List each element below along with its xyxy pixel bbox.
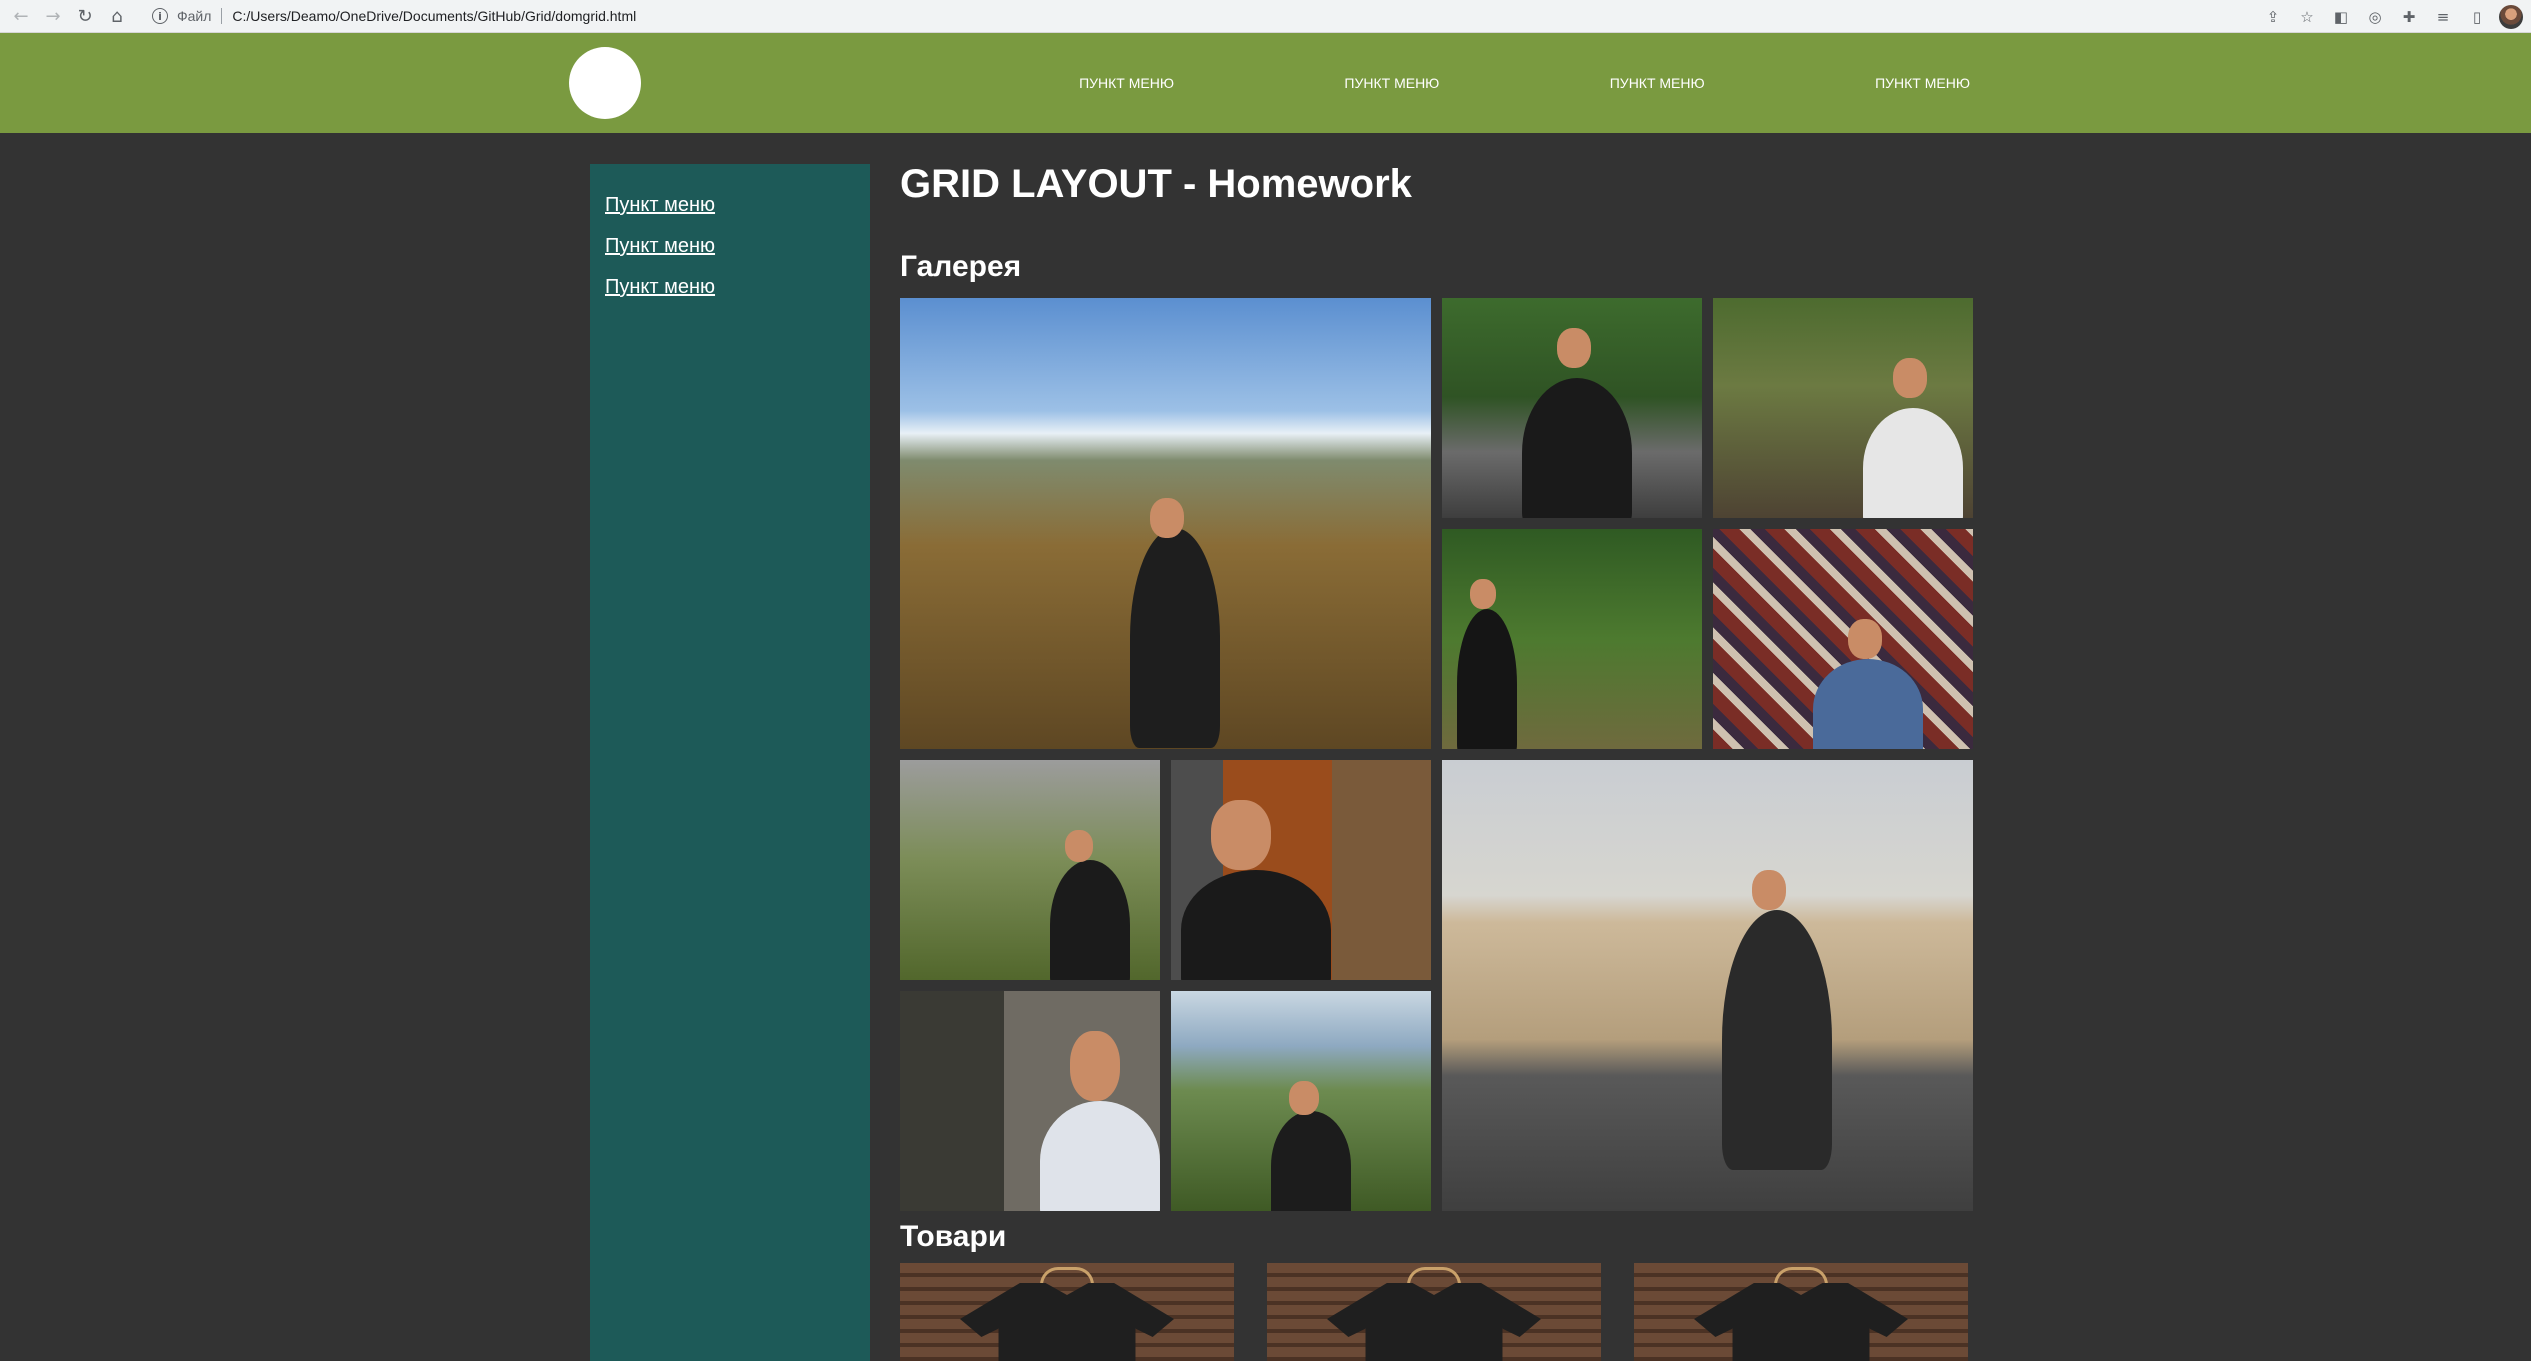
browser-toolbar: ← → ↻ ⌂ i Файл C:/Users/Deamo/OneDrive/D…: [0, 0, 2531, 33]
gallery-photo-bike-on-tree[interactable]: [1442, 529, 1702, 749]
goods-item-tshirt-2[interactable]: [1267, 1263, 1601, 1361]
goods-heading: Товари: [900, 1220, 1007, 1253]
tshirt-image: [960, 1283, 1174, 1361]
sidebar: Пункт меню Пункт меню Пункт меню: [590, 164, 870, 1361]
address-divider: [221, 8, 223, 24]
profile-avatar[interactable]: [2499, 4, 2523, 29]
site-header: ПУНКТ МЕНЮ ПУНКТ МЕНЮ ПУНКТ МЕНЮ ПУНКТ М…: [0, 33, 2531, 133]
address-bar[interactable]: i Файл C:/Users/Deamo/OneDrive/Documents…: [152, 0, 636, 33]
share-icon[interactable]: ⇪: [2261, 5, 2285, 29]
info-icon[interactable]: i: [152, 8, 168, 24]
logo-circle[interactable]: [569, 47, 641, 119]
home-icon[interactable]: ⌂: [102, 1, 132, 31]
tshirt-image: [1327, 1283, 1541, 1361]
reload-icon[interactable]: ↻: [70, 1, 100, 31]
forward-arrow-icon[interactable]: →: [38, 1, 68, 31]
sidebar-item-1[interactable]: Пункт меню: [605, 194, 870, 217]
goods-item-tshirt-1[interactable]: [900, 1263, 1234, 1361]
bookmark-star-icon[interactable]: ☆: [2295, 5, 2319, 29]
gallery-photo-ridge-selfie[interactable]: [1171, 991, 1431, 1211]
main-content: GRID LAYOUT - Homework Галерея Товари: [900, 162, 1973, 1361]
sidebar-item-3[interactable]: Пункт меню: [605, 276, 870, 299]
top-nav: ПУНКТ МЕНЮ ПУНКТ МЕНЮ ПУНКТ МЕНЮ ПУНКТ М…: [960, 33, 1970, 133]
extension-icon[interactable]: ◧: [2329, 5, 2353, 29]
top-nav-item-1[interactable]: ПУНКТ МЕНЮ: [1048, 75, 1174, 91]
hanger-icon: [1040, 1267, 1094, 1285]
gallery-photo-mountain-selfie[interactable]: [900, 298, 1431, 749]
gallery-photo-hill-ride[interactable]: [900, 760, 1160, 980]
gallery-heading: Галерея: [900, 250, 1022, 283]
goods-grid: [900, 1263, 1970, 1361]
gallery-photo-cave-selfie[interactable]: [900, 991, 1160, 1211]
puzzle-icon[interactable]: ✚: [2397, 5, 2421, 29]
gallery-photo-cyclist-parking[interactable]: [1442, 298, 1702, 518]
gallery-photo-parliament-bike[interactable]: [1442, 760, 1973, 1211]
hanger-icon: [1774, 1267, 1828, 1285]
tshirt-image: [1694, 1283, 1908, 1361]
url-text[interactable]: C:/Users/Deamo/OneDrive/Documents/GitHub…: [232, 8, 636, 24]
side-panel-icon[interactable]: ▯: [2465, 5, 2489, 29]
gallery-grid: [900, 298, 1973, 1211]
gallery-photo-cap-tea[interactable]: [1171, 760, 1431, 980]
goods-item-tshirt-3[interactable]: [1634, 1263, 1968, 1361]
extension-2-icon[interactable]: ◎: [2363, 5, 2387, 29]
top-nav-item-3[interactable]: ПУНКТ МЕНЮ: [1579, 75, 1705, 91]
back-arrow-icon[interactable]: ←: [6, 1, 36, 31]
file-scheme-label: Файл: [177, 8, 212, 24]
reading-list-icon[interactable]: ≡: [2431, 5, 2455, 29]
hanger-icon: [1407, 1267, 1461, 1285]
page-title: GRID LAYOUT - Homework: [900, 162, 1412, 206]
gallery-photo-forest-bike[interactable]: [1713, 298, 1973, 518]
top-nav-item-2[interactable]: ПУНКТ МЕНЮ: [1313, 75, 1439, 91]
sidebar-item-2[interactable]: Пункт меню: [605, 235, 870, 258]
top-nav-item-4[interactable]: ПУНКТ МЕНЮ: [1844, 75, 1970, 91]
gallery-photo-carpet-portrait[interactable]: [1713, 529, 1973, 749]
